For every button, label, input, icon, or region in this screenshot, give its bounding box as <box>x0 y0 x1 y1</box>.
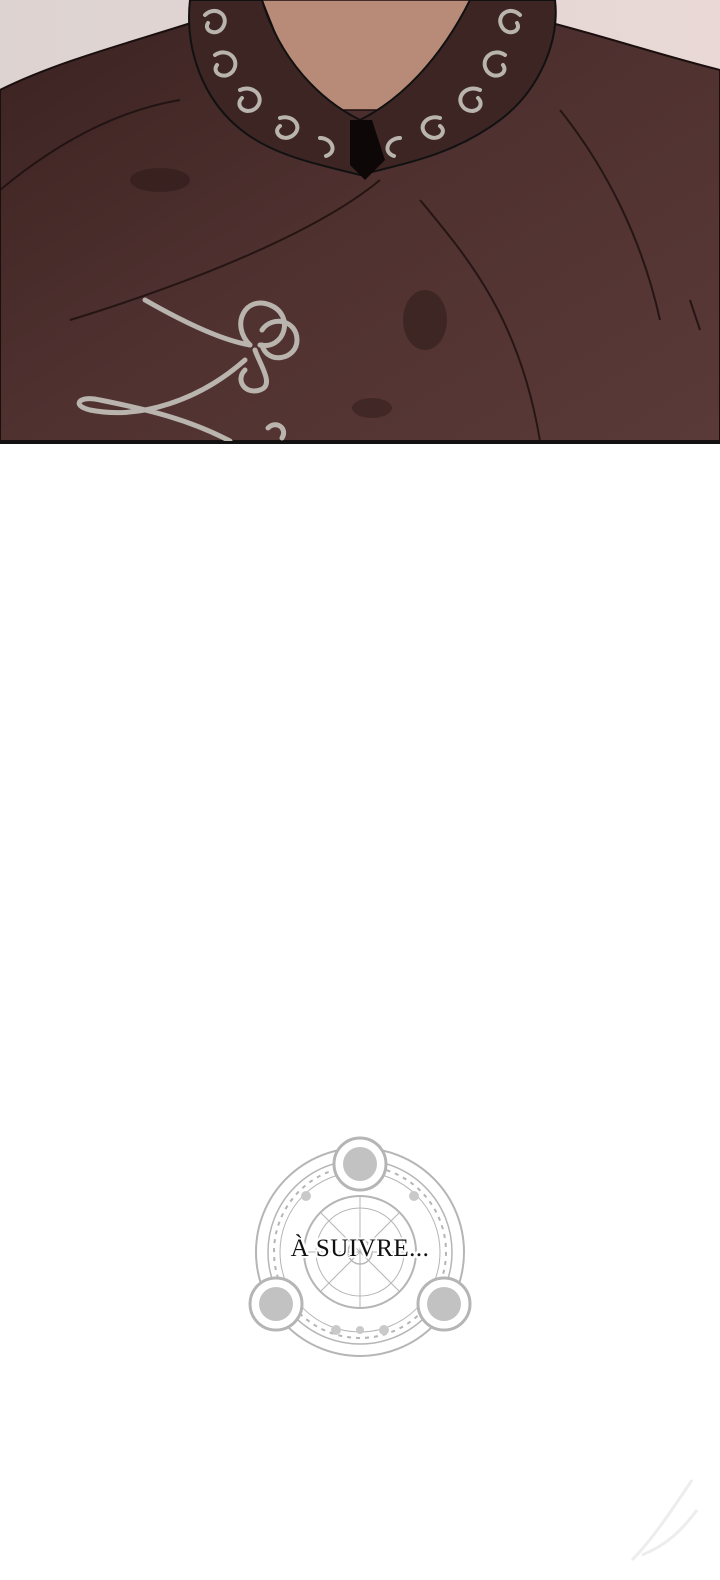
to-be-continued-seal: À SUIVRE... <box>236 1134 484 1366</box>
corner-watermark-icon <box>612 1460 712 1570</box>
coat-illustration <box>0 0 720 441</box>
to-be-continued-label: À SUIVRE... <box>290 1235 430 1262</box>
comic-panel-coat-closeup <box>0 0 720 444</box>
